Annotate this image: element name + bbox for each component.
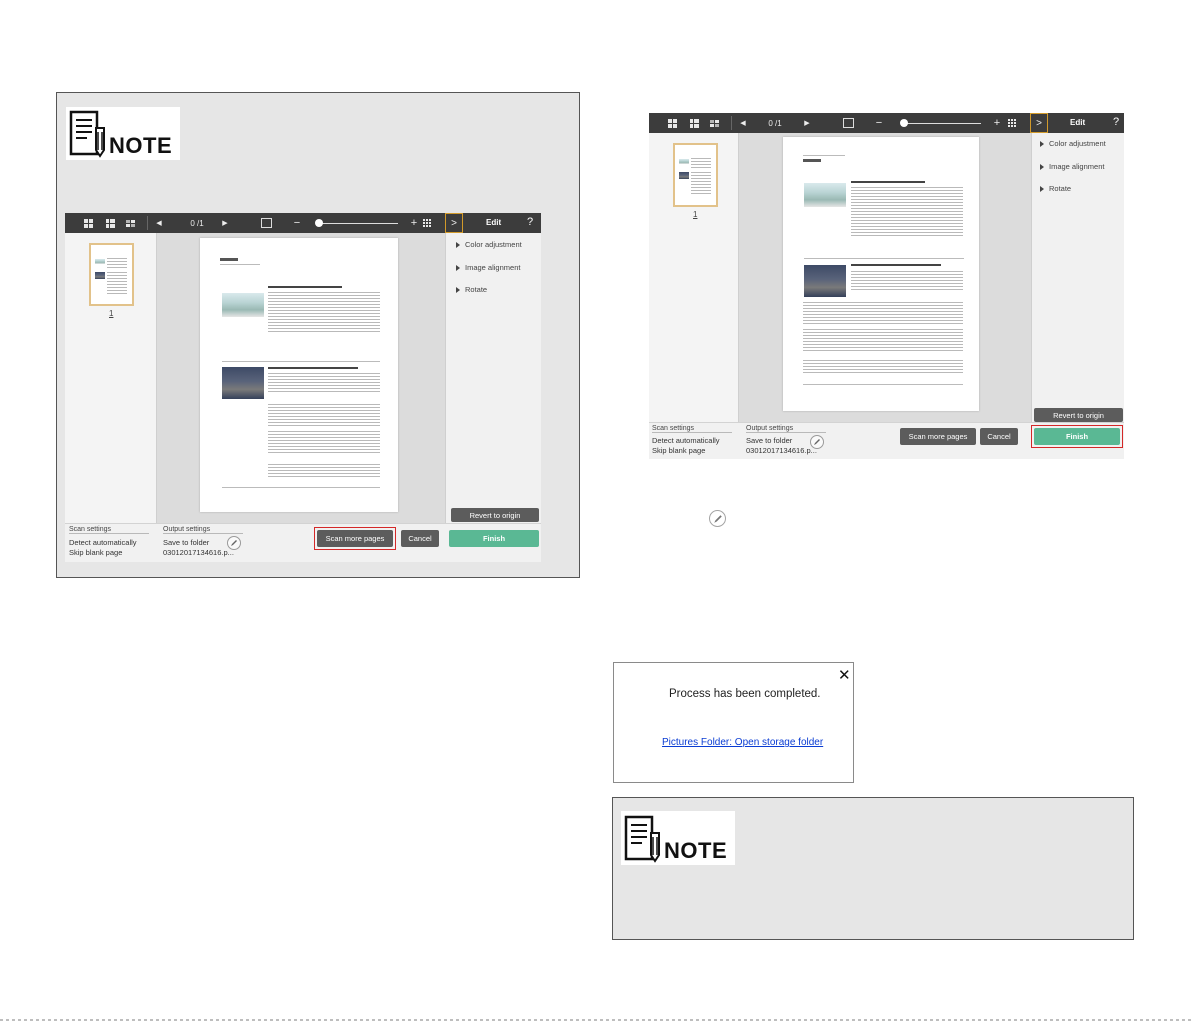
rotate-item[interactable]: Rotate	[1040, 184, 1071, 193]
next-page-icon[interactable]: ▶	[802, 117, 812, 129]
toolbar-divider	[147, 216, 148, 230]
prev-page-icon[interactable]: ◀	[154, 217, 164, 229]
scan-more-pages-button[interactable]: Scan more pages	[900, 428, 976, 445]
scan-setting-line: Detect automatically	[69, 538, 137, 547]
page-counter: 0 /1	[190, 218, 204, 228]
scanner-window-left: ◀ 0 /1 ▶ − + > Edit ? 1 Color adjustment…	[65, 213, 541, 562]
bottom-bar: Scan settings Detect automatically Skip …	[65, 523, 541, 562]
scan-settings-title: Scan settings	[652, 425, 732, 433]
edit-label: Edit	[486, 218, 502, 227]
image-alignment-item[interactable]: Image alignment	[1040, 162, 1104, 171]
grid-medium-icon[interactable]	[105, 218, 115, 228]
thumbnail-pane: 1	[65, 233, 157, 523]
note-label: NOTE	[664, 838, 728, 863]
page-thumbnail[interactable]	[673, 143, 718, 207]
cancel-button[interactable]: Cancel	[401, 530, 439, 547]
highlight-frame	[1031, 425, 1123, 448]
output-setting-line: Save to folder	[163, 538, 210, 547]
zoom-in-button[interactable]: +	[409, 216, 419, 230]
output-filename: 03012017134616.p...	[746, 446, 817, 455]
scan-settings-title: Scan settings	[69, 526, 149, 534]
help-button[interactable]: ?	[1113, 116, 1119, 128]
prev-page-icon[interactable]: ◀	[738, 117, 748, 129]
zoom-slider[interactable]	[316, 223, 398, 224]
note-label: NOTE	[109, 133, 173, 158]
thumbnail-page-number: 1	[693, 210, 698, 219]
note-box-right: NOTE	[612, 797, 1134, 940]
pencil-icon	[709, 510, 726, 527]
page-thumbnail[interactable]	[89, 243, 134, 306]
note-badge: NOTE	[621, 811, 735, 865]
color-adjustment-item[interactable]: Color adjustment	[1040, 139, 1106, 148]
expand-panel-button[interactable]: >	[1030, 113, 1048, 133]
fit-page-icon[interactable]	[843, 118, 854, 128]
finish-button[interactable]: Finish	[449, 530, 539, 547]
note-box-left: NOTE ◀ 0 /1 ▶ − + > Edit ? 1 Color adjus…	[56, 92, 580, 578]
grid-large-icon[interactable]	[667, 118, 677, 128]
thumbnail-pane: 1	[649, 133, 739, 422]
output-setting-line: Save to folder	[746, 436, 793, 445]
pencil-icon[interactable]	[810, 435, 824, 449]
highlight-frame	[314, 527, 396, 550]
help-button[interactable]: ?	[527, 216, 533, 228]
toolbar-divider	[731, 116, 732, 130]
zoom-slider-knob[interactable]	[900, 119, 908, 127]
output-settings-title: Output settings	[746, 425, 826, 433]
scan-setting-line: Skip blank page	[652, 446, 706, 455]
pencil-icon[interactable]	[227, 536, 241, 550]
zoom-slider[interactable]	[901, 123, 981, 124]
bottom-bar: Scan settings Detect automatically Skip …	[649, 422, 1124, 459]
zoom-out-button[interactable]: −	[292, 216, 302, 230]
zoom-slider-knob[interactable]	[315, 219, 323, 227]
scan-setting-line: Skip blank page	[69, 548, 123, 557]
thumbnail-grid-icon[interactable]	[1007, 118, 1017, 128]
grid-large-icon[interactable]	[83, 218, 93, 228]
color-adjustment-item[interactable]: Color adjustment	[456, 240, 522, 249]
output-settings-title: Output settings	[163, 526, 243, 534]
completion-message: Process has been completed.	[669, 688, 821, 700]
fit-page-icon[interactable]	[261, 218, 272, 228]
open-storage-folder-link[interactable]: Pictures Folder: Open storage folder	[662, 737, 823, 748]
edit-panel: Color adjustment Image alignment Rotate …	[1031, 133, 1124, 422]
expand-panel-button[interactable]: >	[445, 213, 463, 233]
zoom-out-button[interactable]: −	[874, 116, 884, 130]
scanned-page-preview	[200, 238, 398, 512]
scanner-window-right: ◀ 0 /1 ▶ − + > Edit ? 1 Color adjustment…	[649, 113, 1124, 459]
toolbar: ◀ 0 /1 ▶ − + > Edit ?	[649, 113, 1124, 133]
thumbnail-page-number: 1	[109, 309, 114, 318]
note-icon	[69, 110, 105, 158]
preview-canvas	[157, 233, 445, 523]
completion-dialog: ✕ Process has been completed. Pictures F…	[613, 662, 854, 783]
zoom-in-button[interactable]: +	[992, 116, 1002, 130]
rotate-item[interactable]: Rotate	[456, 285, 487, 294]
page-counter: 0 /1	[768, 118, 782, 128]
note-icon	[624, 815, 660, 863]
close-icon[interactable]: ✕	[838, 668, 851, 683]
scanned-page-preview	[783, 137, 979, 411]
note-badge: NOTE	[66, 107, 180, 160]
output-filename: 03012017134616.p...	[163, 548, 234, 557]
grid-small-icon[interactable]	[709, 118, 719, 128]
grid-small-icon[interactable]	[125, 218, 135, 228]
preview-canvas	[739, 133, 1031, 422]
edit-label: Edit	[1070, 118, 1086, 127]
revert-to-origin-button[interactable]: Revert to origin	[1034, 408, 1123, 422]
toolbar: ◀ 0 /1 ▶ − + > Edit ?	[65, 213, 541, 233]
grid-medium-icon[interactable]	[689, 118, 699, 128]
revert-to-origin-button[interactable]: Revert to origin	[451, 508, 539, 522]
scan-setting-line: Detect automatically	[652, 436, 720, 445]
thumbnail-grid-icon[interactable]	[422, 218, 432, 228]
edit-panel: Color adjustment Image alignment Rotate …	[445, 233, 541, 523]
image-alignment-item[interactable]: Image alignment	[456, 263, 520, 272]
next-page-icon[interactable]: ▶	[220, 217, 230, 229]
cancel-button[interactable]: Cancel	[980, 428, 1018, 445]
